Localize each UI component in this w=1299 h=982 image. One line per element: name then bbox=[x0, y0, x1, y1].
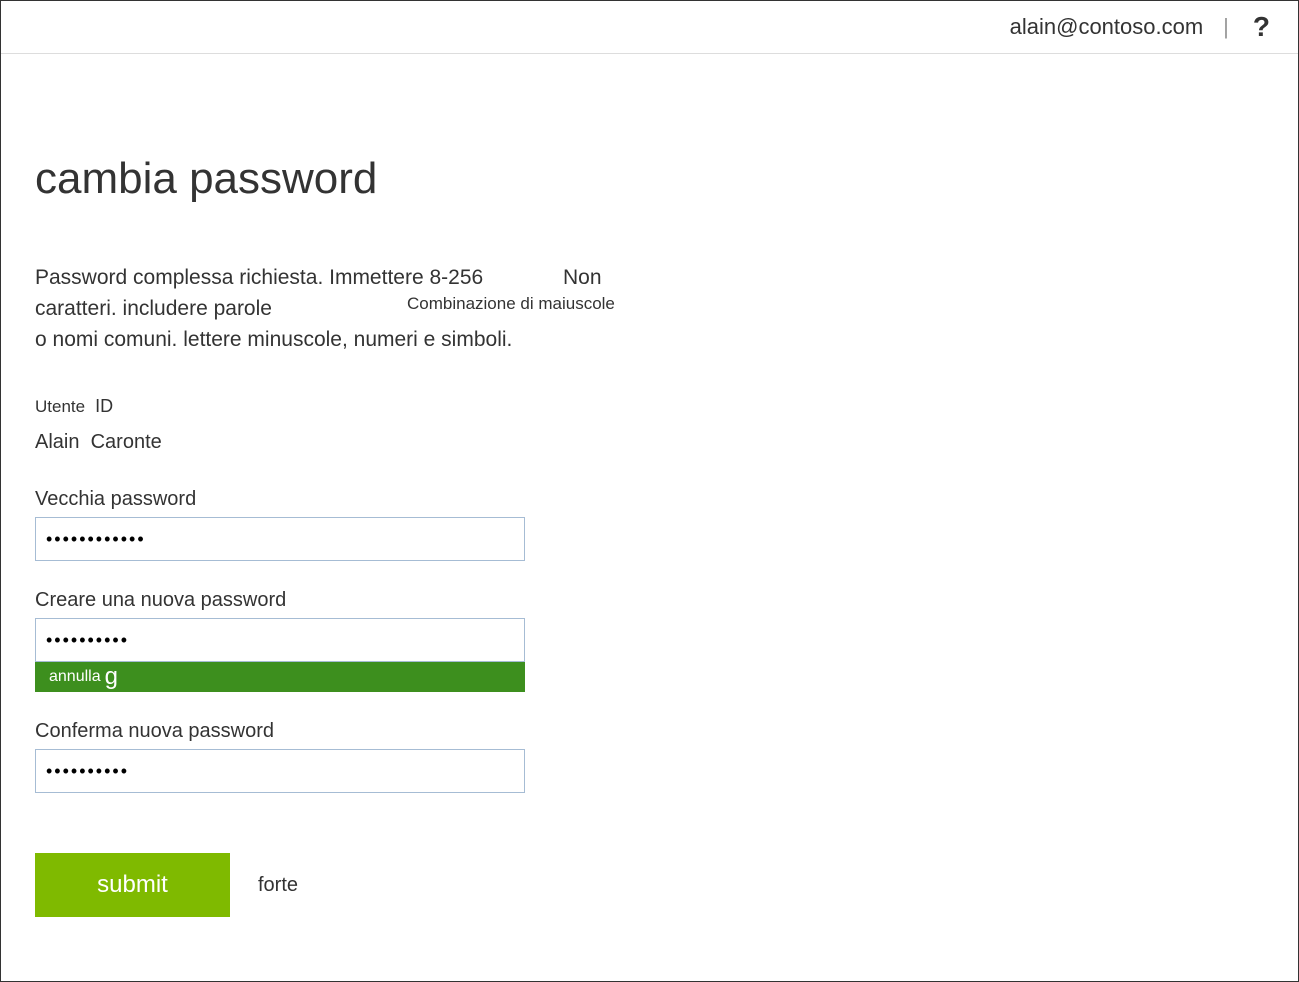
requirement-text-3: o nomi comuni. lettere minuscole, numeri… bbox=[35, 328, 512, 352]
submit-button[interactable]: submit bbox=[35, 853, 230, 917]
page-container: alain@contoso.com | ? cambia password Pa… bbox=[0, 0, 1299, 982]
strength-bar-text: annulla bbox=[49, 668, 101, 686]
user-name: Alain Caronte bbox=[35, 431, 1298, 454]
new-password-label: Creare una nuova password bbox=[35, 589, 1298, 612]
confirm-password-group: Conferma nuova password bbox=[35, 720, 1298, 793]
user-email[interactable]: alain@contoso.com bbox=[1010, 14, 1204, 40]
strength-bar-g: g bbox=[105, 665, 118, 689]
action-row: submit forte bbox=[35, 853, 1298, 917]
old-password-group: Vecchia password bbox=[35, 488, 1298, 561]
header-bar: alain@contoso.com | ? bbox=[1, 1, 1298, 54]
old-password-input[interactable] bbox=[35, 517, 525, 561]
old-password-label: Vecchia password bbox=[35, 488, 1298, 511]
new-password-input[interactable] bbox=[35, 618, 525, 662]
help-icon[interactable]: ? bbox=[1249, 11, 1274, 43]
page-title: cambia password bbox=[35, 154, 1298, 204]
requirement-text-1b: Non bbox=[563, 266, 602, 290]
requirement-text-1a: Password complessa richiesta. Immettere … bbox=[35, 266, 483, 290]
new-password-group: Creare una nuova password annulla g bbox=[35, 589, 1298, 692]
user-last-name: Caronte bbox=[91, 431, 162, 453]
utente-label: Utente bbox=[35, 397, 85, 416]
header-divider: | bbox=[1223, 14, 1229, 40]
user-first-name: Alain bbox=[35, 431, 79, 453]
confirm-password-label: Conferma nuova password bbox=[35, 720, 1298, 743]
requirement-text-2b: Combinazione di maiuscole bbox=[407, 294, 615, 314]
password-requirements: Password complessa richiesta. Immettere … bbox=[35, 266, 615, 346]
password-strength-bar: annulla g bbox=[35, 662, 525, 692]
requirement-text-2a: caratteri. includere parole bbox=[35, 297, 272, 321]
user-id-label: Utente ID bbox=[35, 396, 1298, 417]
strength-word: forte bbox=[258, 874, 298, 897]
confirm-password-input[interactable] bbox=[35, 749, 525, 793]
content-area: cambia password Password complessa richi… bbox=[1, 54, 1298, 917]
id-label: ID bbox=[95, 396, 113, 416]
